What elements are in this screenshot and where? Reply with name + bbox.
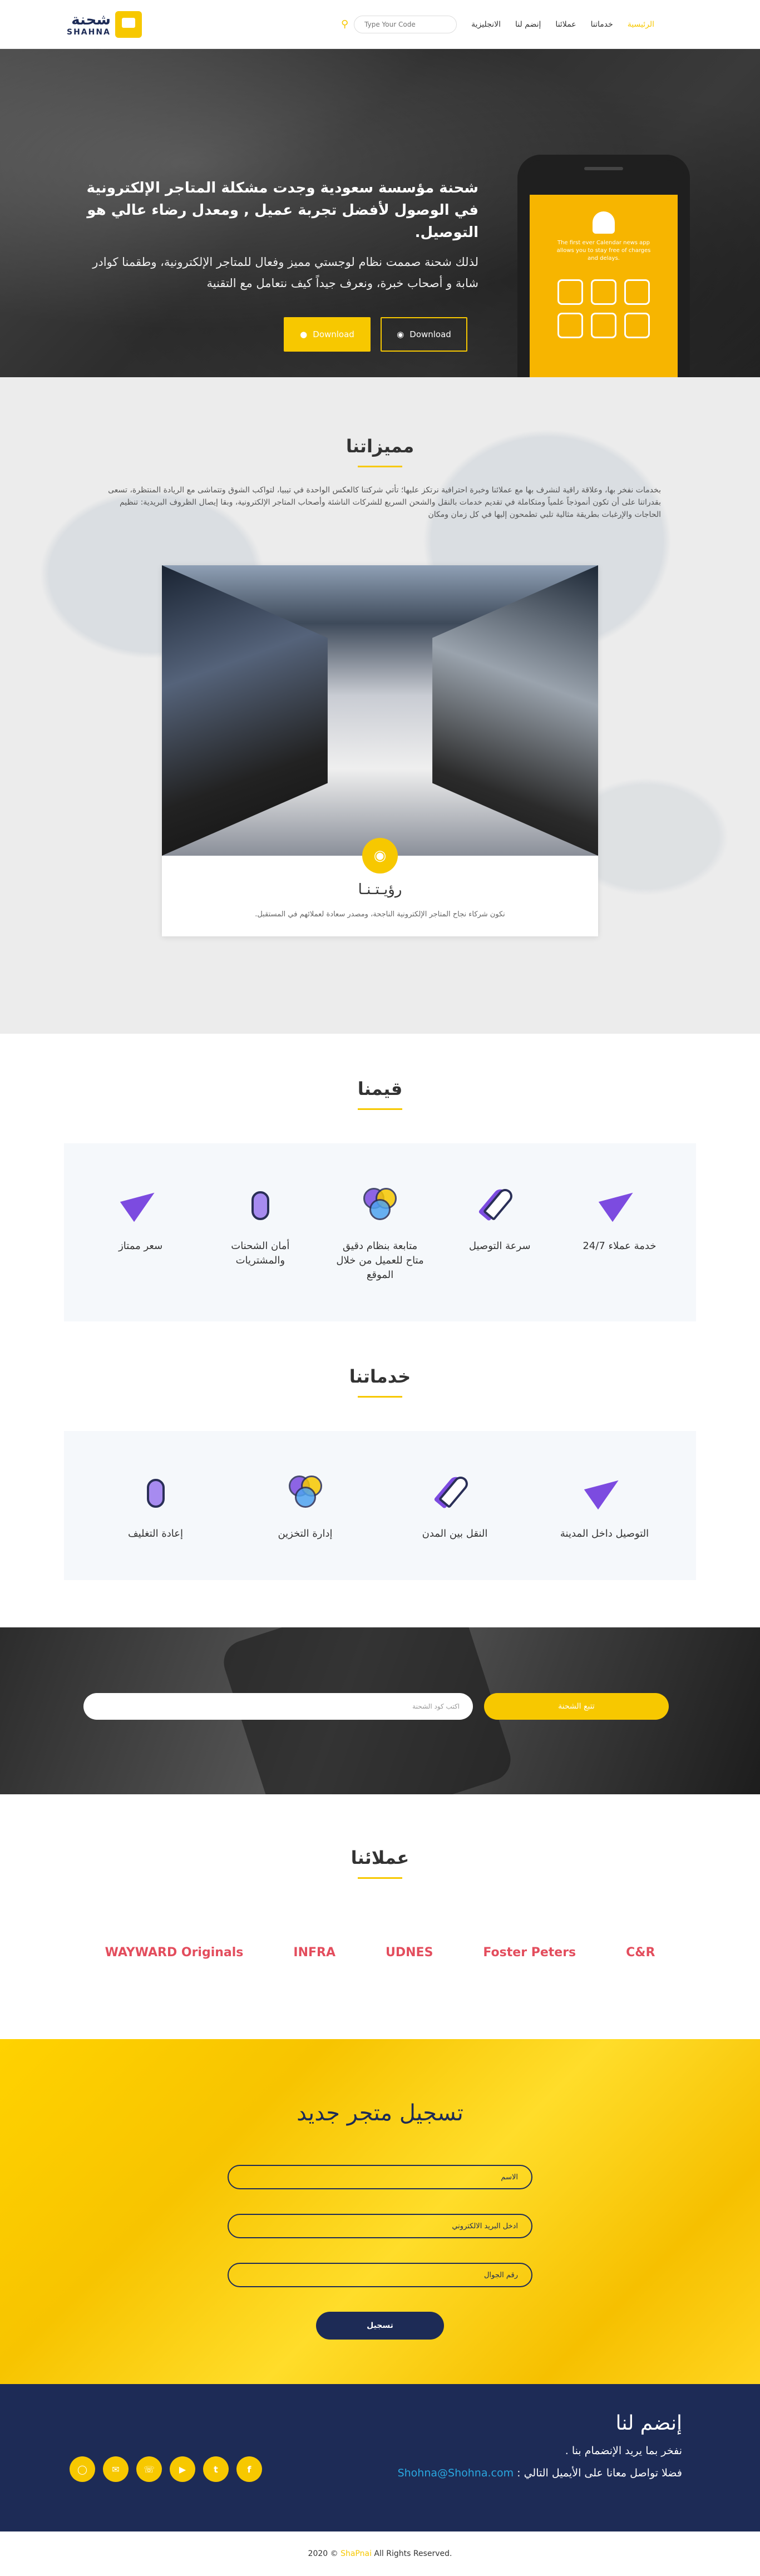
logo-english: SHAHNA <box>67 27 111 37</box>
twitter-icon[interactable]: t <box>203 2456 229 2482</box>
client-logo: C&R <box>626 1946 655 1960</box>
value-item: سرعة التوصيل <box>455 1182 544 1282</box>
value-item: أمان الشحنات والمشتريات <box>216 1182 305 1282</box>
social-links: ◯ ✉ ☏ ▶ t f <box>70 2456 262 2482</box>
email-field[interactable]: ادخل البريد الالكتروني <box>228 2214 532 2238</box>
phone-field[interactable]: رقم الجوال <box>228 2263 532 2287</box>
logo-mark-icon <box>115 11 142 38</box>
services-grid: التوصيل داخل المدينة النقل بين المدن إدا… <box>64 1431 696 1580</box>
client-logo: WAYWARD Originals <box>105 1946 244 1960</box>
clients-title: عملائنا <box>351 1847 409 1868</box>
contact-email-link[interactable]: Shohna@Shohna.com <box>398 2467 514 2479</box>
service-item: التوصيل داخل المدينة <box>560 1470 649 1541</box>
hero-title: شحنة مؤسسة سعودية وجدت مشكلة المتاجر الإ… <box>86 180 478 241</box>
phone-text: The first ever Calendar news app allows … <box>556 240 651 261</box>
track-code-input[interactable]: اكتب كود الشحنة <box>83 1693 473 1720</box>
paper-plane-icon <box>597 1182 641 1227</box>
android-icon <box>593 211 615 234</box>
values-title: قيمنا <box>357 1078 403 1099</box>
hero-subtitle: لذلك شحنة صممت نظام لوجستي مميز وفعال لل… <box>92 255 478 290</box>
track-section: اكتب كود الشحنة تتبع الشحنة <box>0 1627 760 1794</box>
features-section: مميزاتنا بخدمات نفخر بها، وعلاقة راقية ل… <box>0 377 760 1034</box>
logo-arabic: شحنة <box>71 11 111 28</box>
track-button[interactable]: تتبع الشحنة <box>484 1693 669 1720</box>
android-icon: ● <box>300 329 308 339</box>
value-item: متابعة بنظام دقيق متاح للعميل من خلال ال… <box>335 1182 425 1282</box>
nav-join[interactable]: إنضم لنا <box>515 20 541 29</box>
nav-clients[interactable]: عملائنا <box>555 20 576 29</box>
vision-title: رؤيـتـنـا <box>358 881 402 898</box>
services-section: خدماتنا التوصيل داخل المدينة النقل بين ا… <box>0 1321 760 1580</box>
mall-image <box>162 565 598 856</box>
value-item: سعر ممتاز <box>96 1182 185 1282</box>
service-item: النقل بين المدن <box>411 1470 500 1541</box>
nav-home[interactable]: الرئيسية <box>628 20 654 29</box>
logo[interactable]: شحنة SHAHNA <box>67 11 142 38</box>
features-body: بخدمات نفخر بها، وعلاقة راقية لنشرف بها … <box>108 486 661 519</box>
join-title: إنضم لنا <box>615 2412 682 2435</box>
clients-section: عملائنا WAYWARD Originals INFRA UDNES Fo… <box>0 1794 760 2039</box>
paper-plane-icon <box>583 1470 627 1514</box>
name-field[interactable]: الاسم <box>228 2165 532 2189</box>
download-android-button[interactable]: ● Download <box>284 317 371 352</box>
client-logo: Foster Peters <box>483 1946 576 1960</box>
rocket-icon <box>433 1470 477 1514</box>
vision-desc: نكون شركاء نجاح المتاجر الإلكترونية النا… <box>255 910 505 919</box>
join-line1: نفخر بما يريد الإنضمام بنا . <box>565 2445 682 2457</box>
apple-icon: ◉ <box>397 329 404 339</box>
hero-section: شحنة مؤسسة سعودية وجدت مشكلة المتاجر الإ… <box>0 49 760 377</box>
hero-text: شحنة مؤسسة سعودية وجدت مشكلة المتاجر الإ… <box>72 177 478 352</box>
paper-plane-icon <box>119 1182 163 1227</box>
site-footer: 2020 © ShaPnai All Rights Reserved. <box>0 2531 760 2576</box>
values-grid: خدمة عملاء 24/7 سرعة التوصيل متابعة بنظا… <box>64 1143 696 1321</box>
client-logo: UDNES <box>386 1946 433 1960</box>
facebook-icon[interactable]: f <box>236 2456 262 2482</box>
phone-app-grid <box>530 279 678 338</box>
search-icon[interactable]: ⚲ <box>341 18 348 30</box>
register-button[interactable]: تسجيل <box>316 2312 444 2340</box>
copyright-suffix: All Rights Reserved. <box>374 2549 452 2558</box>
download-ios-button[interactable]: ◉ Download <box>381 317 467 352</box>
services-title: خدماتنا <box>349 1366 411 1387</box>
footer-brand-link[interactable]: ShaPnai <box>340 2549 372 2558</box>
client-logos: WAYWARD Originals INFRA UDNES Foster Pet… <box>0 1946 760 1960</box>
join-line2: فضلا تواصل معانا على الأيميل التالي : Sh… <box>397 2467 682 2479</box>
rocket-icon <box>477 1182 522 1227</box>
values-section: قيمنا خدمة عملاء 24/7 سرعة التوصيل متابع… <box>0 1034 760 1321</box>
register-title: تسجيل متجر جديد <box>297 2100 463 2126</box>
service-item: إدارة التخزين <box>261 1470 350 1541</box>
title-underline <box>358 466 402 467</box>
join-section: إنضم لنا نفخر بما يريد الإنضمام بنا . فض… <box>0 2384 760 2531</box>
whatsapp-icon[interactable]: ☏ <box>136 2456 162 2482</box>
phone-mockup: The first ever Calendar news app allows … <box>517 155 690 377</box>
nav-english[interactable]: الانجليزية <box>471 20 501 29</box>
nav-services[interactable]: خدماتنا <box>591 20 613 29</box>
instagram-icon[interactable]: ◯ <box>70 2456 95 2482</box>
vision-card: ◉ رؤيـتـنـا نكون شركاء نجاح المتاجر الإل… <box>162 565 598 936</box>
venn-icon <box>283 1470 328 1514</box>
search-box: ⚲ <box>341 15 457 33</box>
search-input[interactable] <box>354 15 457 33</box>
register-section: تسجيل متجر جديد الاسم ادخل البريد الالكت… <box>0 2039 760 2384</box>
register-form: الاسم ادخل البريد الالكتروني رقم الجوال … <box>228 2165 532 2340</box>
main-nav: الرئيسية خدماتنا عملائنا إنضم لنا الانجل… <box>471 20 654 29</box>
youtube-icon[interactable]: ▶ <box>170 2456 195 2482</box>
copyright-prefix: 2020 © <box>308 2549 338 2558</box>
client-logo: INFRA <box>293 1946 335 1960</box>
phone-screen: The first ever Calendar news app allows … <box>530 195 678 377</box>
service-item: إعادة التغليف <box>111 1470 200 1541</box>
mouse-icon <box>134 1470 178 1514</box>
venn-icon <box>358 1182 402 1227</box>
eye-icon: ◉ <box>362 838 398 874</box>
mail-icon[interactable]: ✉ <box>103 2456 129 2482</box>
site-header: شحنة SHAHNA ⚲ الرئيسية خدماتنا عملائنا إ… <box>0 0 760 49</box>
value-item: خدمة عملاء 24/7 <box>575 1182 664 1282</box>
mouse-icon <box>238 1182 283 1227</box>
features-title: مميزاتنا <box>346 436 414 457</box>
